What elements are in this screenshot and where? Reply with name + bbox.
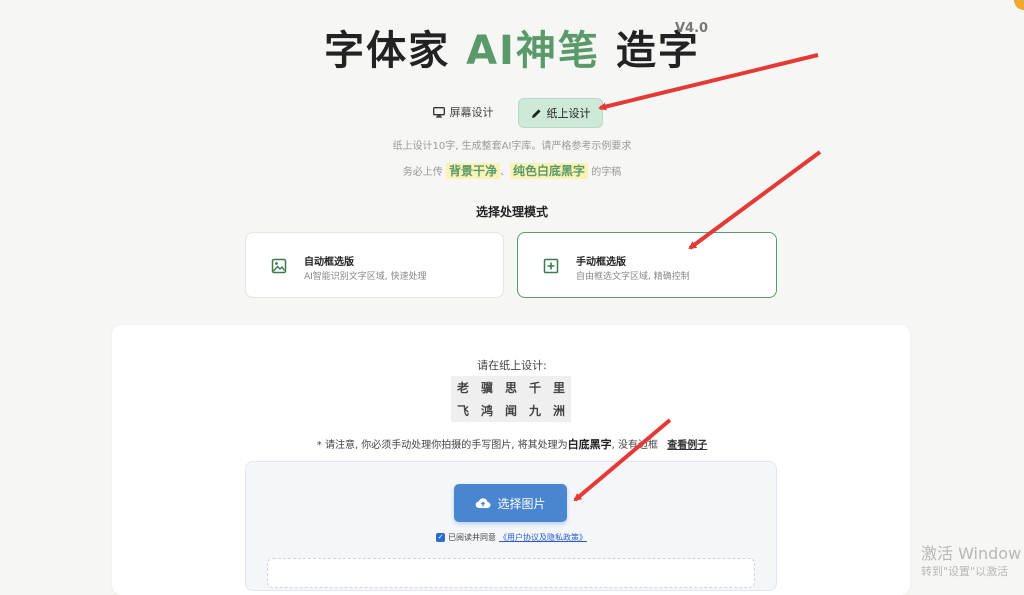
activation-watermark-line1: 激活 Window (921, 544, 1022, 563)
annotation-arrows (573, 53, 822, 502)
annotation-arrow (598, 53, 819, 111)
activation-watermark-line2: 转到"设置"以激活 (921, 565, 1009, 578)
annotation-arrow (573, 418, 672, 502)
annotation-arrow (688, 150, 822, 250)
